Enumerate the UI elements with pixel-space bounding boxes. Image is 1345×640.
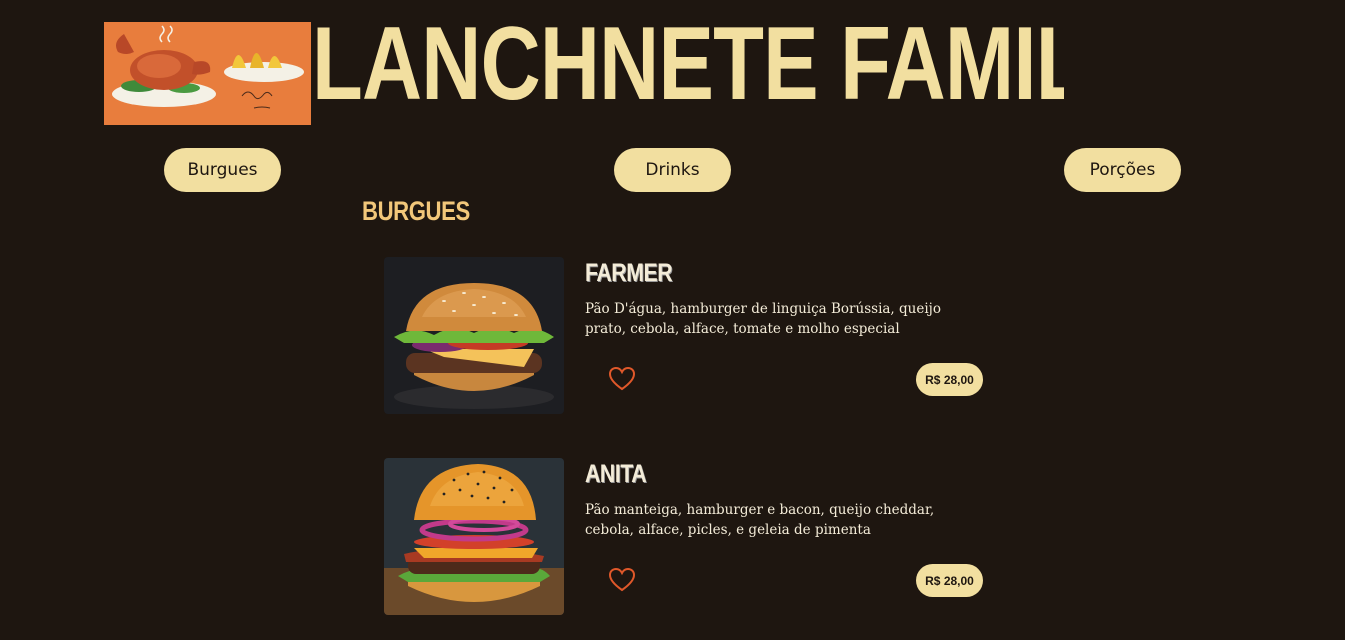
heart-icon[interactable] <box>608 366 636 392</box>
price-button[interactable]: R$ 28,00 <box>916 564 983 597</box>
burger-photo <box>384 458 564 615</box>
header: LANCHNETE FAMILIA PAVÃO <box>0 0 1345 130</box>
burger-photo <box>384 257 564 414</box>
nav-button-burgues[interactable]: Burgues <box>164 148 281 192</box>
menu-item: FARMER Pão D'água, hamburger de linguiça… <box>384 257 984 417</box>
logo <box>104 22 311 125</box>
nav-button-porcoes[interactable]: Porções <box>1064 148 1181 192</box>
burger-image-icon <box>384 458 564 615</box>
page-title: LANCHNETE FAMILIA PAVÃO <box>312 6 1064 122</box>
section-title: BURGUES <box>362 196 470 226</box>
heart-icon[interactable] <box>608 567 636 593</box>
burger-image-icon <box>384 257 564 414</box>
price-button[interactable]: R$ 28,00 <box>916 363 983 396</box>
nav-button-drinks[interactable]: Drinks <box>614 148 731 192</box>
item-name: FARMER <box>585 259 673 287</box>
item-description: Pão D'água, hamburger de linguiça Borúss… <box>585 301 941 337</box>
item-name: ANITA <box>585 460 647 488</box>
item-description: Pão manteiga, hamburger e bacon, queijo … <box>585 502 935 538</box>
menu-item: ANITA Pão manteiga, hamburger e bacon, q… <box>384 458 984 618</box>
roast-chicken-icon <box>104 22 311 125</box>
